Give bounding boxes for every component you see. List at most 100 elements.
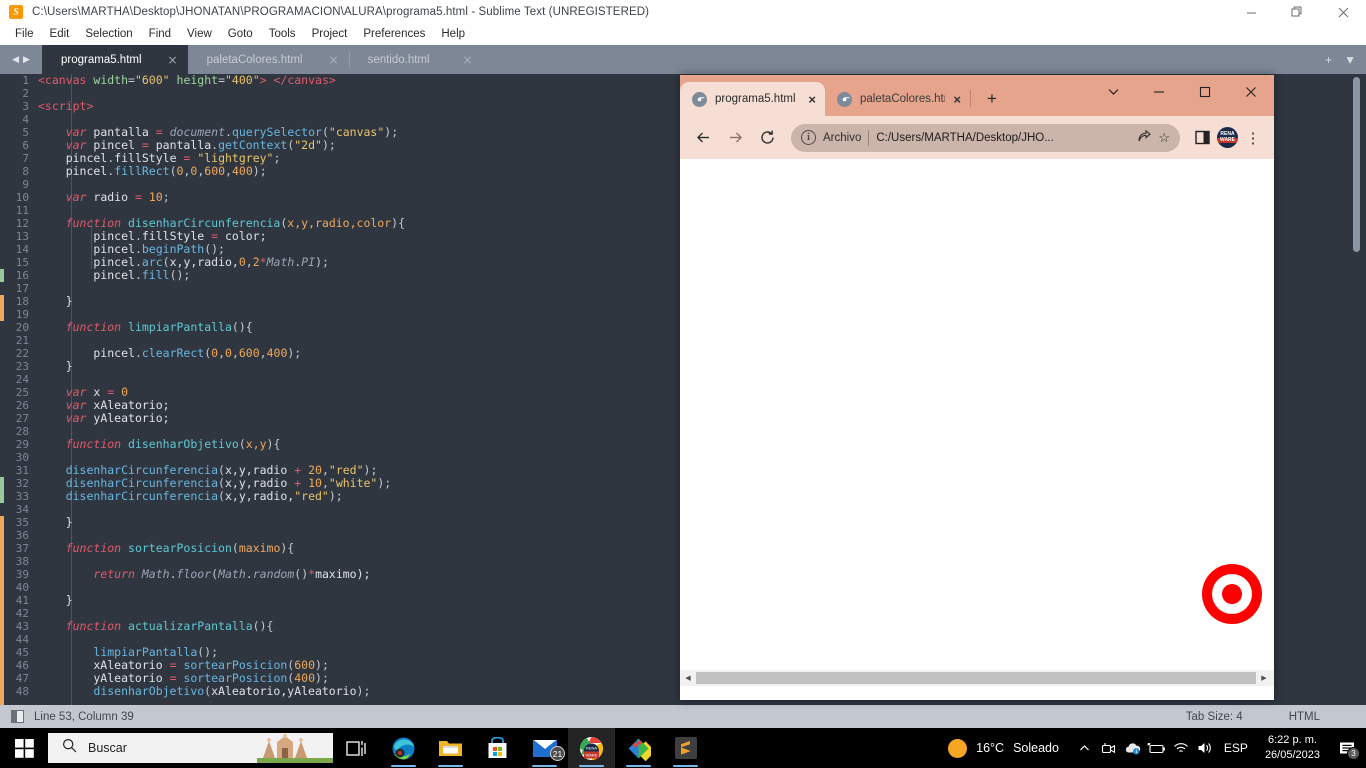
maximize-button[interactable]	[1274, 0, 1320, 24]
code-line[interactable]: 41 }	[0, 594, 405, 608]
browser-tab[interactable]: programa5.html ×	[680, 82, 825, 116]
code-line[interactable]: 16 pincel.fill();	[0, 269, 405, 283]
bookmark-star-icon[interactable]: ☆	[1158, 130, 1170, 146]
code-line[interactable]: 8 pincel.fillRect(0,0,600,400);	[0, 165, 405, 179]
menu-item-goto[interactable]: Goto	[220, 26, 261, 43]
forward-button[interactable]	[720, 123, 750, 153]
volume-icon[interactable]	[1193, 728, 1217, 768]
scroll-thumb[interactable]	[696, 672, 1256, 684]
line-number: 27	[15, 412, 29, 425]
windows-start-icon[interactable]	[0, 728, 48, 768]
menu-item-file[interactable]: File	[7, 26, 42, 43]
avatar[interactable]: RENA WARE	[1217, 127, 1238, 148]
microsoft-edge-icon[interactable]	[380, 728, 427, 768]
address-bar[interactable]: i Archivo C:/Users/MARTHA/Desktop/JHO...…	[791, 123, 1180, 152]
line-number: 43	[15, 620, 29, 633]
close-button[interactable]	[1320, 0, 1366, 24]
chrome-menu-icon[interactable]: ⋮	[1240, 125, 1266, 151]
menu-item-preferences[interactable]: Preferences	[355, 26, 433, 43]
browser-tab[interactable]: paletaColores.htm ×	[825, 82, 970, 116]
tab-search-icon[interactable]	[1090, 75, 1136, 108]
paint-3d-icon[interactable]	[615, 728, 662, 768]
code-line[interactable]: 1 <canvas width="600" height="400"> </can…	[0, 74, 405, 87]
mail-icon[interactable]: 21	[521, 728, 568, 768]
wifi-icon[interactable]	[1169, 728, 1193, 768]
editor-tab[interactable]: sentido.html ×	[348, 45, 483, 74]
language-indicator[interactable]: ESP	[1217, 728, 1255, 768]
editor-vertical-scrollbar[interactable]	[1353, 77, 1360, 252]
battery-icon[interactable]	[1145, 728, 1169, 768]
editor-tab-close-icon[interactable]: ×	[437, 53, 473, 67]
tab-scroll-left-icon[interactable]: ◀	[12, 55, 19, 64]
code-line[interactable]: 20 function limpiarPantalla(){	[0, 321, 405, 335]
code-line[interactable]: 33 disenharCircunferencia(x,y,radio,"red…	[0, 490, 405, 504]
status-bar-right: Tab Size: 4 HTML	[1186, 711, 1366, 723]
search-box[interactable]: Buscar	[48, 733, 333, 763]
browser-tab-close-icon[interactable]: ×	[953, 92, 961, 107]
code-lines[interactable]: 1 <canvas width="600" height="400"> </can…	[0, 74, 405, 698]
code-line[interactable]: 37 function sortearPosicion(maximo){	[0, 542, 405, 556]
editor-tab[interactable]: paletaColores.html ×	[188, 45, 349, 74]
camera-icon[interactable]	[1097, 728, 1121, 768]
line-number: 13	[15, 230, 29, 243]
clock[interactable]: 6:22 p. m. 26/05/2023	[1255, 733, 1330, 763]
line-number: 28	[15, 425, 29, 438]
sidebar-toggle-icon[interactable]	[11, 710, 24, 723]
code-line[interactable]: 43 function actualizarPantalla(){	[0, 620, 405, 634]
clock-date: 26/05/2023	[1264, 749, 1320, 761]
scroll-right-icon[interactable]: ▶	[1256, 670, 1272, 686]
code-line[interactable]: 3 <script>	[0, 100, 405, 114]
site-info-icon[interactable]: i	[801, 130, 816, 145]
reload-button[interactable]	[752, 123, 782, 153]
browser-tab-close-icon[interactable]: ×	[808, 92, 816, 107]
code-line[interactable]: 27 var yAleatorio;	[0, 412, 405, 426]
menu-item-edit[interactable]: Edit	[42, 26, 78, 43]
code-line[interactable]: 48 disenharObjetivo(xAleatorio,yAleatori…	[0, 685, 405, 699]
url-text[interactable]: C:/Users/MARTHA/Desktop/JHO...	[876, 132, 1130, 144]
editor-tab[interactable]: programa5.html ×	[42, 45, 188, 74]
scroll-left-icon[interactable]: ◀	[680, 670, 696, 686]
google-chrome-icon[interactable]: RENA WARE	[568, 728, 615, 768]
page-viewport[interactable]: Activar Windows Ve a Configuración para …	[680, 159, 1274, 686]
code-line[interactable]: 35 }	[0, 516, 405, 530]
menu-item-project[interactable]: Project	[304, 26, 356, 43]
menu-item-tools[interactable]: Tools	[261, 26, 304, 43]
chrome-maximize-button[interactable]	[1182, 75, 1228, 108]
code-line[interactable]: 18 }	[0, 295, 405, 309]
page-horizontal-scrollbar[interactable]: ◀ ▶	[680, 670, 1274, 686]
share-icon[interactable]	[1137, 129, 1152, 146]
tab-scroll-nav[interactable]: ◀ ▶	[0, 45, 42, 74]
chevron-up-icon[interactable]	[1073, 728, 1097, 768]
new-tab-icon[interactable]: +	[1325, 54, 1332, 66]
task-view-icon[interactable]	[333, 728, 380, 768]
new-tab-button[interactable]: +	[978, 84, 1006, 112]
notification-icon[interactable]: 3	[1330, 728, 1364, 768]
status-bar: Line 53, Column 39 Tab Size: 4 HTML	[0, 705, 1366, 728]
windows-taskbar: Buscar 21 RENA WARE 16°C Soleado i ESP 6…	[0, 728, 1366, 768]
menu-item-selection[interactable]: Selection	[77, 26, 140, 43]
file-explorer-icon[interactable]	[427, 728, 474, 768]
line-number: 11	[15, 204, 29, 217]
sublime-text-icon[interactable]	[662, 728, 709, 768]
chrome-minimize-button[interactable]	[1136, 75, 1182, 108]
editor-tab-close-icon[interactable]: ×	[303, 53, 339, 67]
tab-scroll-right-icon[interactable]: ▶	[23, 55, 30, 64]
code-line[interactable]: 29 function disenharObjetivo(x,y){	[0, 438, 405, 452]
menu-item-find[interactable]: Find	[141, 26, 179, 43]
code-line[interactable]: 39 return Math.floor(Math.random()*maxim…	[0, 568, 405, 582]
menu-item-view[interactable]: View	[179, 26, 220, 43]
syntax-label[interactable]: HTML	[1289, 711, 1366, 723]
microsoft-store-icon[interactable]	[474, 728, 521, 768]
editor-tab-close-icon[interactable]: ×	[142, 53, 178, 67]
code-line[interactable]: 23 }	[0, 360, 405, 374]
onedrive-icon[interactable]: i	[1121, 728, 1145, 768]
tab-size-label[interactable]: Tab Size: 4	[1186, 711, 1289, 723]
menu-item-help[interactable]: Help	[433, 26, 473, 43]
weather-widget[interactable]: 16°C Soleado	[944, 738, 1073, 758]
minimize-button[interactable]	[1228, 0, 1274, 24]
side-panel-icon[interactable]	[1189, 125, 1215, 151]
tab-menu-icon[interactable]: ▼	[1344, 54, 1356, 66]
back-button[interactable]	[688, 123, 718, 153]
chrome-close-button[interactable]	[1228, 75, 1274, 108]
code-line[interactable]: 10 var radio = 10;	[0, 191, 405, 205]
